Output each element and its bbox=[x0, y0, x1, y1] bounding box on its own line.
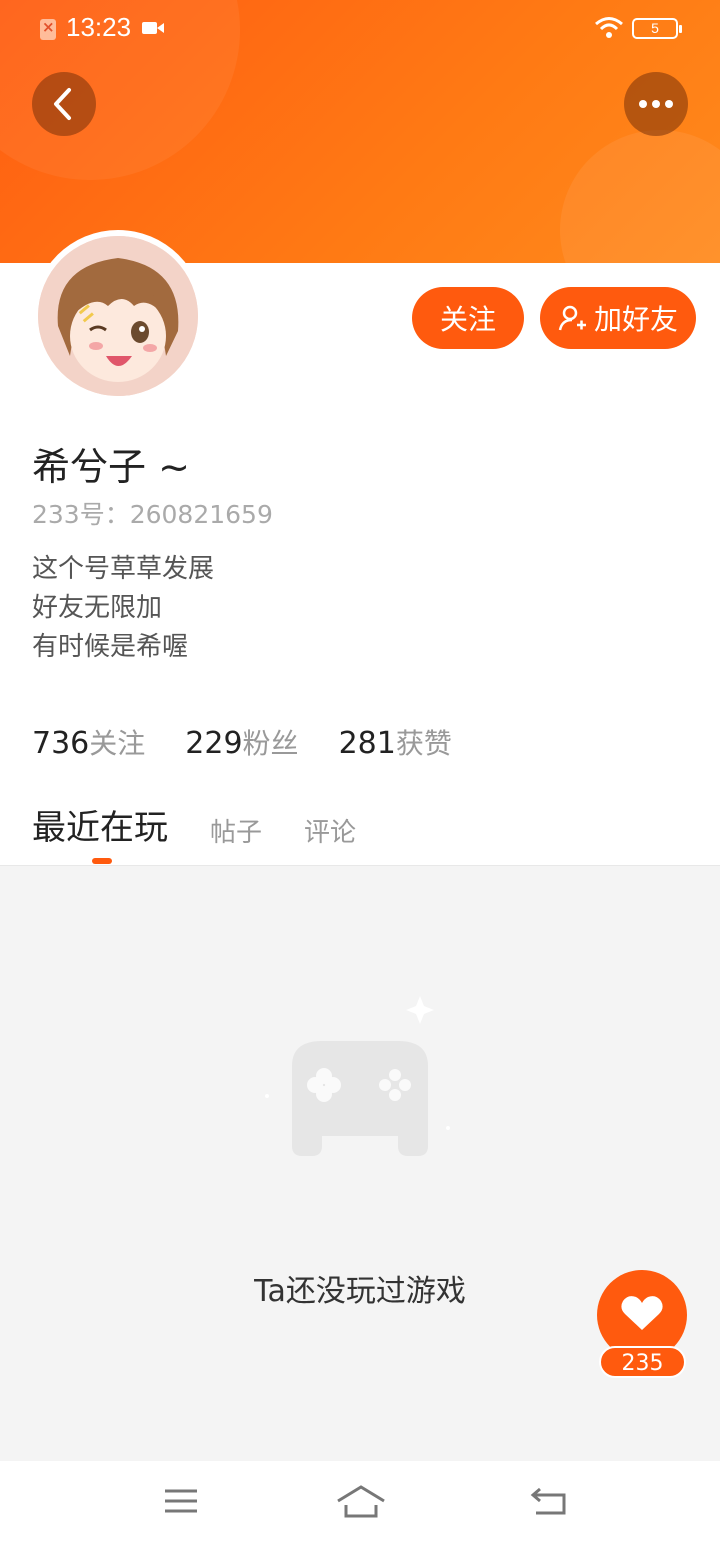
stat-likes: 281获赞 bbox=[339, 722, 452, 762]
tab-posts[interactable]: 帖子 bbox=[210, 812, 262, 849]
bio-line: 有时候是希喔 bbox=[32, 632, 189, 662]
add-friend-label: 加好友 bbox=[593, 303, 678, 336]
username: 希兮子 ~ bbox=[32, 445, 190, 489]
add-user-icon bbox=[558, 305, 586, 331]
more-button[interactable] bbox=[624, 72, 688, 136]
gamepad-icon bbox=[265, 996, 450, 1156]
profile-stats: 736关注 229粉丝 281获赞 bbox=[32, 722, 452, 762]
profile-tabs: 最近在玩 帖子 评论 bbox=[32, 800, 398, 849]
tab-comments[interactable]: 评论 bbox=[304, 812, 356, 849]
menu-icon[interactable] bbox=[162, 1483, 202, 1519]
stat-label: 获赞 bbox=[395, 727, 452, 760]
status-time: 13:23 bbox=[66, 12, 132, 42]
bio: 这个号草草发展 好友无限加 有时候是希喔 bbox=[32, 550, 214, 667]
stat-label: 关注 bbox=[89, 727, 146, 760]
stat-number: 229 bbox=[185, 726, 243, 761]
home-icon[interactable] bbox=[336, 1483, 386, 1519]
bio-line: 好友无限加 bbox=[32, 593, 163, 623]
follow-button[interactable]: 关注 bbox=[412, 287, 524, 349]
stat-label: 粉丝 bbox=[242, 727, 299, 760]
back-icon bbox=[54, 88, 71, 120]
stat-following[interactable]: 736关注 bbox=[32, 722, 145, 762]
like-count: 235 bbox=[599, 1346, 686, 1378]
banner-decoration bbox=[560, 130, 720, 263]
avatar-image bbox=[38, 236, 198, 396]
status-bar: 13:23 5 bbox=[0, 0, 720, 58]
follow-label: 关注 bbox=[439, 303, 496, 336]
tab-recently-played[interactable]: 最近在玩 bbox=[32, 800, 168, 849]
stat-number: 281 bbox=[338, 726, 396, 761]
stat-followers[interactable]: 229粉丝 bbox=[185, 722, 298, 762]
no-sim-icon bbox=[40, 18, 56, 40]
more-icon bbox=[639, 100, 673, 108]
return-icon[interactable] bbox=[528, 1483, 568, 1519]
user-id: 233号：260821659 bbox=[32, 500, 273, 529]
battery-icon: 5 bbox=[632, 18, 682, 39]
add-friend-button[interactable]: 加好友 bbox=[540, 287, 696, 349]
wifi-icon bbox=[595, 17, 623, 38]
avatar-illustration bbox=[38, 236, 198, 396]
video-icon bbox=[142, 22, 164, 34]
avatar[interactable] bbox=[32, 230, 204, 402]
bio-line: 这个号草草发展 bbox=[32, 554, 215, 584]
stat-number: 736 bbox=[32, 726, 90, 761]
system-nav-bar bbox=[0, 1461, 720, 1544]
active-tab-indicator bbox=[92, 858, 112, 864]
back-button[interactable] bbox=[32, 72, 96, 136]
